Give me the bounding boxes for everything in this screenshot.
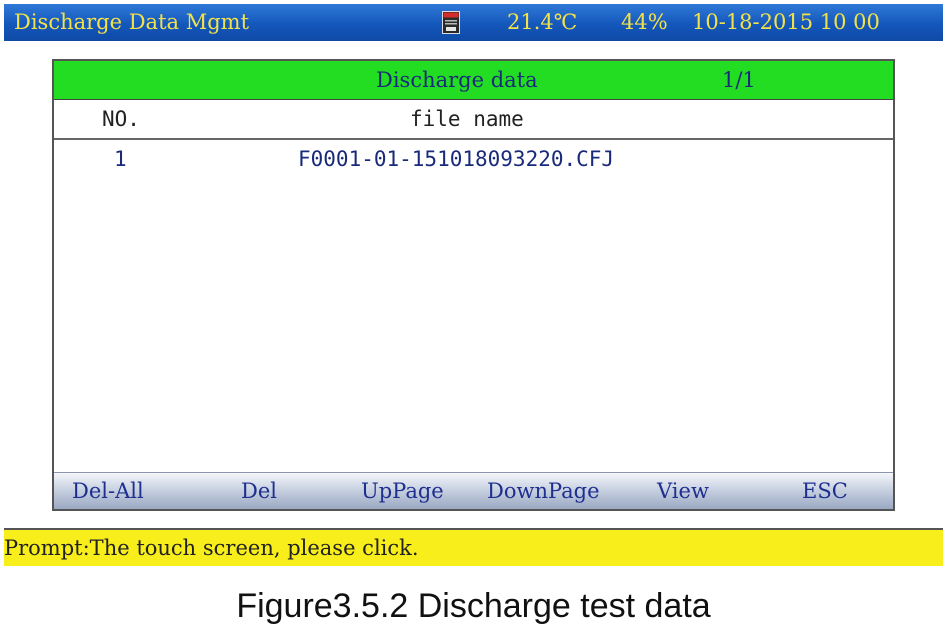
- discharge-data-panel: Discharge data 1/1 NO. file name 1 F0001…: [52, 59, 895, 511]
- figure-caption: Figure3.5.2 Discharge test data: [236, 587, 711, 625]
- del-all-button[interactable]: Del-All: [72, 473, 144, 509]
- column-header-no: NO.: [102, 107, 140, 131]
- datetime-readout: 10-18-2015 10 00: [692, 10, 880, 34]
- file-list: 1 F0001-01-151018093220.CFJ: [54, 141, 893, 177]
- table-row[interactable]: 1 F0001-01-151018093220.CFJ: [54, 141, 893, 177]
- sd-card-icon: [442, 11, 460, 34]
- esc-button[interactable]: ESC: [802, 473, 848, 509]
- view-button[interactable]: View: [657, 473, 709, 509]
- up-page-button[interactable]: UpPage: [361, 473, 444, 509]
- temperature-readout: 21.4℃: [507, 10, 578, 34]
- panel-title: Discharge data: [376, 68, 538, 92]
- app-title: Discharge Data Mgmt: [14, 10, 250, 34]
- column-header-file-name: file name: [410, 107, 524, 131]
- panel-header: Discharge data 1/1: [54, 61, 893, 100]
- table-header: NO. file name: [54, 100, 893, 140]
- row-number: 1: [114, 147, 127, 171]
- page-indicator: 1/1: [722, 68, 756, 92]
- button-bar: Del-All Del UpPage DownPage View ESC: [54, 472, 893, 509]
- del-button[interactable]: Del: [241, 473, 277, 509]
- down-page-button[interactable]: DownPage: [487, 473, 600, 509]
- row-file-name: F0001-01-151018093220.CFJ: [298, 147, 615, 171]
- status-bar: Discharge Data Mgmt 21.4℃ 44% 10-18-2015…: [4, 4, 943, 41]
- battery-readout: 44%: [621, 10, 668, 34]
- prompt-bar: Prompt:The touch screen, please click.: [4, 528, 943, 566]
